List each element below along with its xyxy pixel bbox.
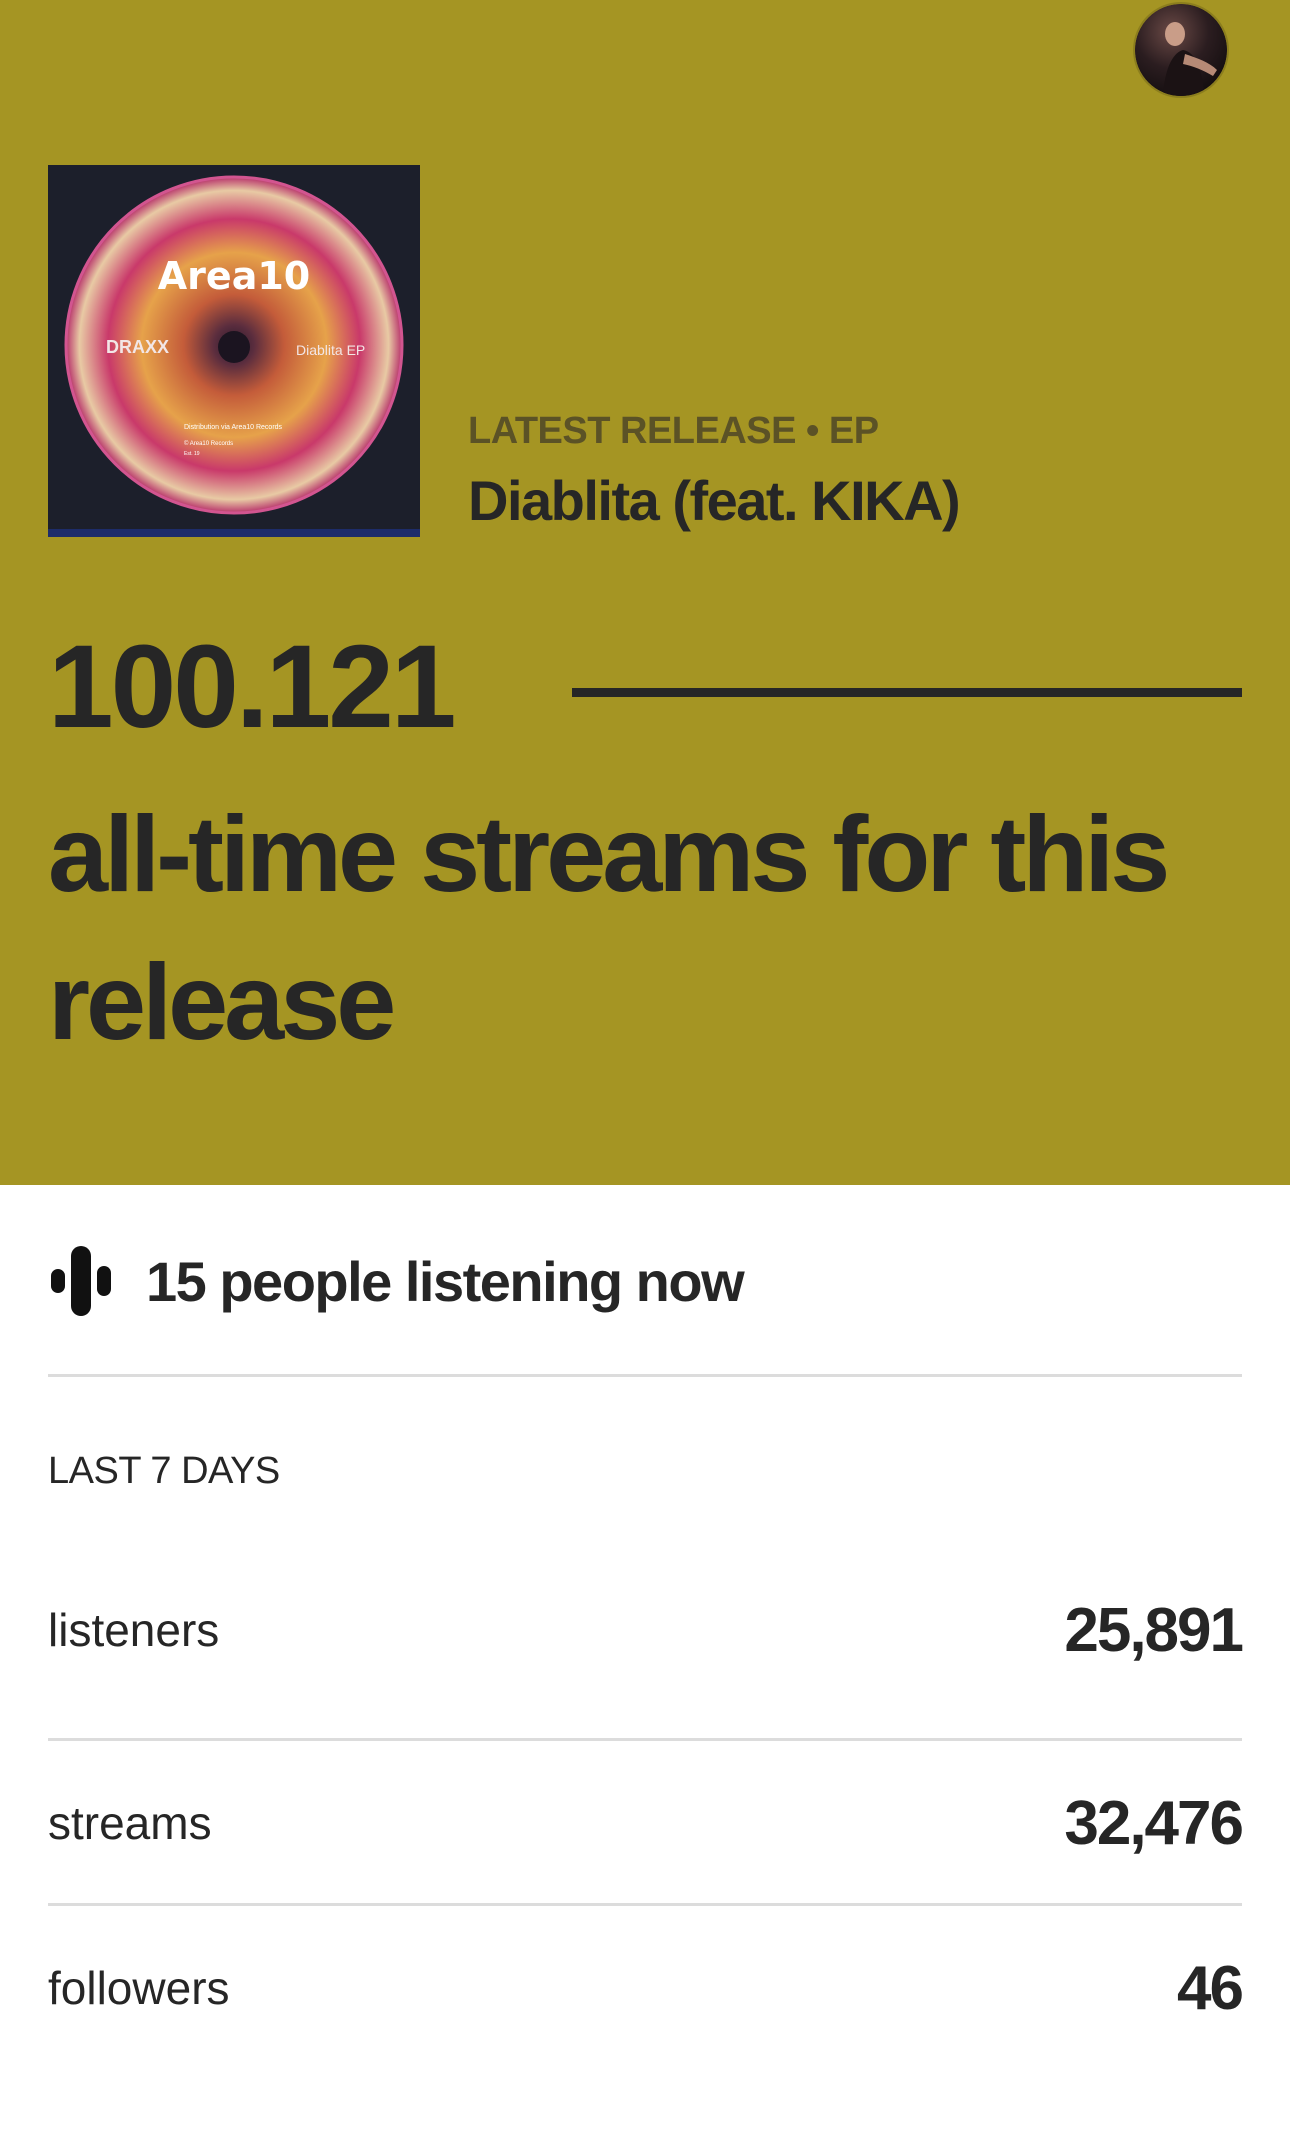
cover-artist-name: DRAXX bbox=[106, 337, 169, 357]
release-cover-art[interactable]: Area10 DRAXX Diablita EP Distribution vi… bbox=[48, 165, 420, 537]
cover-small-print: Est. 19 bbox=[184, 451, 200, 457]
stat-name: followers bbox=[48, 1962, 230, 2014]
all-time-streams-caption: all-time streams for this release bbox=[48, 793, 1170, 1062]
cover-small-print: © Area10 Records bbox=[184, 440, 233, 447]
stat-row-streams: streams 32,476 bbox=[48, 1783, 1244, 1863]
audio-bars-icon bbox=[51, 1246, 111, 1316]
profile-avatar[interactable] bbox=[1135, 4, 1227, 96]
decorative-rule bbox=[572, 688, 1242, 697]
stat-name: listeners bbox=[48, 1604, 220, 1656]
cover-label-name: Area10 bbox=[158, 254, 310, 298]
stat-row-followers: followers 46 bbox=[48, 1948, 1244, 2028]
section-divider bbox=[48, 1374, 1242, 1377]
row-divider bbox=[48, 1903, 1242, 1906]
stat-value: 32,476 bbox=[1064, 1788, 1244, 1858]
period-label: LAST 7 DAYS bbox=[48, 1450, 280, 1492]
all-time-streams-count: 100.121 bbox=[48, 621, 457, 753]
stat-value: 46 bbox=[1177, 1953, 1244, 2023]
row-divider bbox=[48, 1738, 1242, 1741]
live-listeners-banner: 15 people listening now bbox=[48, 1246, 745, 1316]
avatar-photo-icon bbox=[1135, 4, 1227, 96]
release-hero: Area10 DRAXX Diablita EP Distribution vi… bbox=[0, 0, 1290, 1185]
release-type-label: LATEST RELEASE • EP bbox=[468, 410, 879, 452]
live-listeners-text: 15 people listening now bbox=[146, 1249, 745, 1313]
stat-name: streams bbox=[48, 1797, 212, 1849]
cover-ep-name: Diablita EP bbox=[296, 342, 365, 358]
cover-small-print: Distribution via Area10 Records bbox=[184, 424, 283, 431]
release-title[interactable]: Diablita (feat. KIKA) bbox=[468, 468, 961, 533]
stat-row-listeners: listeners 25,891 bbox=[48, 1590, 1244, 1670]
stat-value: 25,891 bbox=[1064, 1595, 1244, 1665]
